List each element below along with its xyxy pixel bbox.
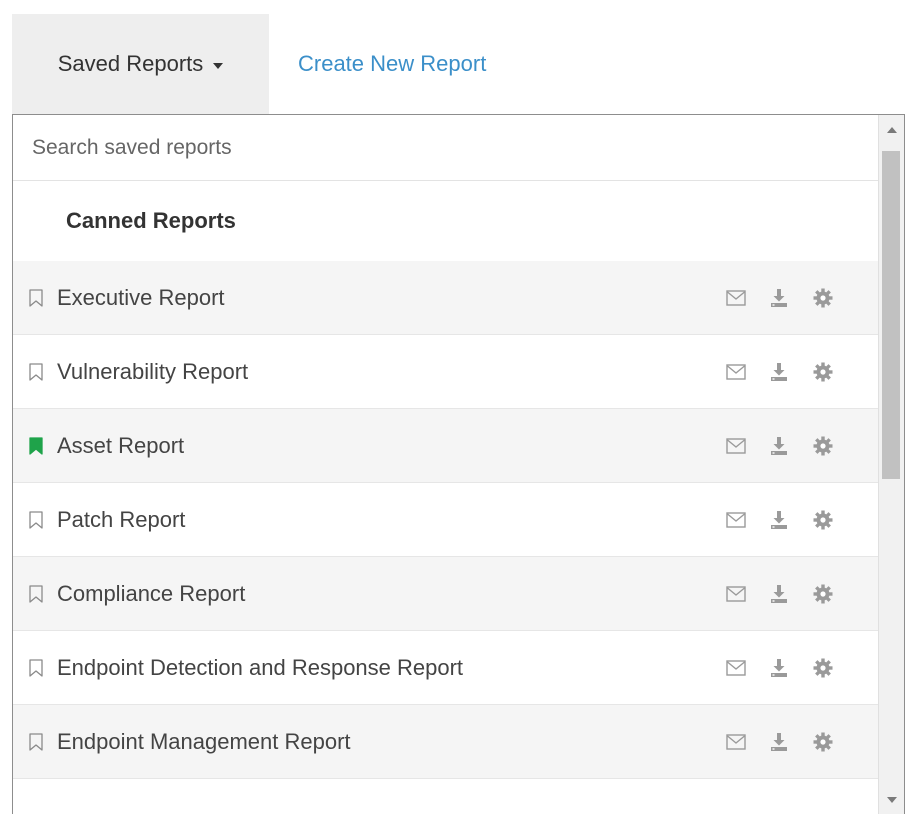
vertical-scrollbar[interactable] <box>878 115 904 814</box>
report-nav: Saved Reports Create New Report <box>12 14 905 114</box>
bookmark-outline-icon[interactable] <box>29 362 43 381</box>
gear-icon[interactable] <box>812 435 834 457</box>
report-actions <box>725 335 834 408</box>
report-actions <box>725 483 834 556</box>
report-actions <box>725 631 834 704</box>
report-row[interactable]: Executive Report <box>13 261 879 335</box>
search-row <box>13 115 879 181</box>
email-icon[interactable] <box>725 435 747 457</box>
download-icon[interactable] <box>768 657 790 679</box>
report-row[interactable]: Patch Report <box>13 483 879 557</box>
email-icon[interactable] <box>725 509 747 531</box>
download-icon[interactable] <box>768 509 790 531</box>
gear-icon[interactable] <box>812 509 834 531</box>
scroll-down-button[interactable] <box>879 785 904 814</box>
email-icon[interactable] <box>725 583 747 605</box>
download-icon[interactable] <box>768 583 790 605</box>
gear-icon[interactable] <box>812 583 834 605</box>
scroll-up-arrow-icon <box>886 127 897 133</box>
email-icon[interactable] <box>725 731 747 753</box>
bookmark-filled-icon[interactable] <box>29 436 43 455</box>
canned-reports-title: Canned Reports <box>66 208 236 233</box>
download-icon[interactable] <box>768 731 790 753</box>
report-row[interactable]: Vulnerability Report <box>13 335 879 409</box>
email-icon[interactable] <box>725 657 747 679</box>
saved-reports-dropdown-toggle[interactable]: Saved Reports <box>12 14 269 114</box>
create-new-report-link[interactable]: Create New Report <box>269 14 486 114</box>
download-icon[interactable] <box>768 287 790 309</box>
saved-reports-page: Saved Reports Create New Report Canned R… <box>0 0 905 814</box>
report-row[interactable]: Endpoint Management Report <box>13 705 879 779</box>
search-input[interactable] <box>32 135 832 160</box>
report-actions <box>725 705 834 778</box>
scroll-down-arrow-icon <box>886 797 897 803</box>
report-row[interactable]: Endpoint Detection and Response Report <box>13 631 879 705</box>
gear-icon[interactable] <box>812 361 834 383</box>
bookmark-outline-icon[interactable] <box>29 288 43 307</box>
bookmark-outline-icon[interactable] <box>29 658 43 677</box>
report-actions <box>725 557 834 630</box>
bookmark-outline-icon[interactable] <box>29 732 43 751</box>
gear-icon[interactable] <box>812 657 834 679</box>
gear-icon[interactable] <box>812 287 834 309</box>
email-icon[interactable] <box>725 361 747 383</box>
saved-reports-label: Saved Reports <box>57 51 204 76</box>
report-actions <box>725 261 834 334</box>
download-icon[interactable] <box>768 435 790 457</box>
saved-reports-list: Canned Reports Executive ReportVulnerabi… <box>13 115 879 814</box>
canned-reports-items: Executive Report Vulnerability Report Asse… <box>13 261 879 779</box>
email-icon[interactable] <box>725 287 747 309</box>
scroll-up-button[interactable] <box>879 115 904 145</box>
gear-icon[interactable] <box>812 731 834 753</box>
scrollbar-thumb[interactable] <box>882 151 900 479</box>
report-row[interactable]: Compliance Report <box>13 557 879 631</box>
report-row[interactable]: Asset Report <box>13 409 879 483</box>
download-icon[interactable] <box>768 361 790 383</box>
saved-reports-menu: Canned Reports Executive ReportVulnerabi… <box>12 114 905 814</box>
bookmark-outline-icon[interactable] <box>29 584 43 603</box>
bookmark-outline-icon[interactable] <box>29 510 43 529</box>
next-section-header <box>13 779 879 814</box>
create-new-report-label: Create New Report <box>298 51 487 76</box>
canned-reports-header: Canned Reports <box>13 181 879 261</box>
caret-down-icon <box>213 63 224 69</box>
report-actions <box>725 409 834 482</box>
